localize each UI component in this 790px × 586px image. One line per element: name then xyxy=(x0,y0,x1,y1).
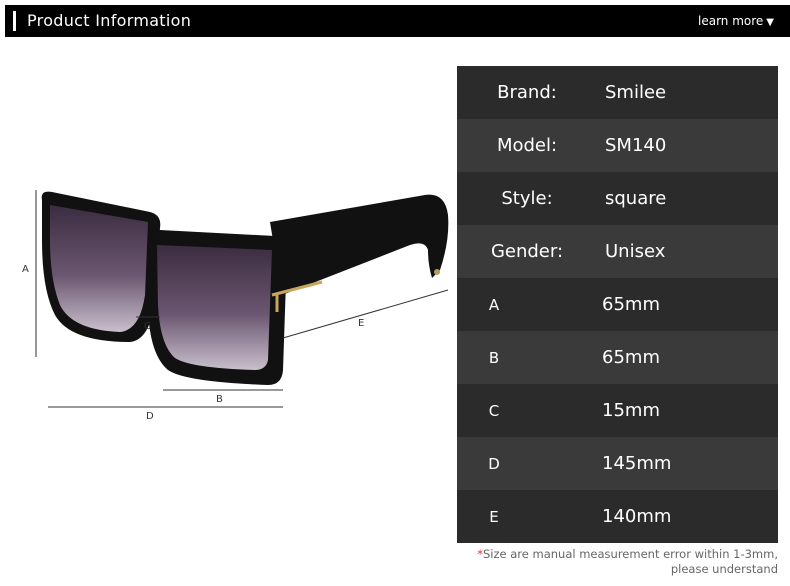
spec-value: SM140 xyxy=(605,135,667,156)
spec-label: E xyxy=(489,507,499,526)
temple-tip-rivet xyxy=(434,269,440,275)
spec-label: C xyxy=(488,401,500,420)
spec-row-c: C 15mm xyxy=(457,384,778,437)
sunglasses-dimension-diagram: A C E B D xyxy=(0,40,455,440)
dimension-label-a: A xyxy=(22,264,29,275)
spec-label: D xyxy=(488,454,500,473)
right-lens xyxy=(157,245,272,370)
spec-label: B xyxy=(488,348,500,367)
spec-value: square xyxy=(605,188,667,209)
header-bar: Product Information learn more ▼ xyxy=(5,5,790,37)
spec-row-gender: Gender: Unisex xyxy=(457,225,778,278)
spec-row-style: Style: square xyxy=(457,172,778,225)
chevron-down-icon: ▼ xyxy=(766,17,774,28)
dimension-label-b: B xyxy=(216,394,223,405)
header-accent-bar xyxy=(13,11,16,31)
spec-row-b: B 65mm xyxy=(457,331,778,384)
spec-value: Unisex xyxy=(605,241,666,262)
temple-arm xyxy=(270,194,449,295)
note-line-2: please understand xyxy=(670,562,778,576)
spec-row-e: E 140mm xyxy=(457,490,778,543)
spec-label: Model: xyxy=(496,135,558,156)
learn-more-label: learn more xyxy=(698,14,764,28)
spec-label: Brand: xyxy=(497,82,557,103)
spec-label: Gender: xyxy=(490,241,564,262)
spec-label: A xyxy=(488,295,500,314)
dimension-label-d: D xyxy=(146,411,154,422)
spec-table: Brand: Smilee Model: SM140 Style: square… xyxy=(457,66,778,543)
spec-row-brand: Brand: Smilee xyxy=(457,66,778,119)
spec-label: Style: xyxy=(501,188,553,209)
measurement-note: *Size are manual measurement error withi… xyxy=(448,547,778,577)
spec-value: Smilee xyxy=(605,82,667,103)
dimension-label-c: C xyxy=(144,321,151,332)
learn-more-link[interactable]: learn more ▼ xyxy=(698,14,774,28)
spec-row-model: Model: SM140 xyxy=(457,119,778,172)
spec-value: 140mm xyxy=(602,506,672,527)
spec-value: 15mm xyxy=(602,400,660,421)
spec-row-d: D 145mm xyxy=(457,437,778,490)
spec-value: 65mm xyxy=(602,347,660,368)
spec-value: 65mm xyxy=(602,294,660,315)
section-title: Product Information xyxy=(27,11,192,30)
dimension-label-e: E xyxy=(358,318,364,329)
dimension-line-e xyxy=(282,289,449,339)
spec-row-a: A 65mm xyxy=(457,278,778,331)
spec-value: 145mm xyxy=(602,453,672,474)
note-line-1: Size are manual measurement error within… xyxy=(482,547,778,561)
sunglasses-illustration: A C E B D xyxy=(22,190,449,422)
